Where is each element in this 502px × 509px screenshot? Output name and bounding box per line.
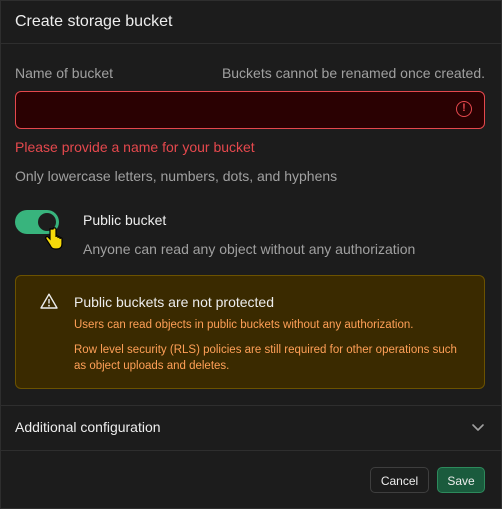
hand-pointer-icon	[45, 227, 63, 250]
save-button[interactable]: Save	[437, 467, 485, 493]
chevron-down-icon	[472, 424, 484, 431]
public-bucket-description: Anyone can read any object without any a…	[83, 241, 416, 257]
public-bucket-label: Public bucket	[83, 212, 167, 228]
name-field-header: Name of bucket Buckets cannot be renamed…	[15, 65, 485, 81]
create-bucket-dialog: Create storage bucket Name of bucket Buc…	[0, 0, 502, 509]
warning-line-1: Users can read objects in public buckets…	[74, 319, 414, 331]
cancel-button[interactable]: Cancel	[370, 467, 429, 493]
additional-configuration-label: Additional configuration	[15, 419, 161, 435]
rename-note: Buckets cannot be renamed once created.	[221, 65, 485, 81]
error-icon: !	[456, 101, 472, 117]
warning-triangle-icon	[40, 293, 58, 309]
name-error-message: Please provide a name for your bucket	[15, 139, 255, 155]
name-hint: Only lowercase letters, numbers, dots, a…	[15, 168, 338, 184]
bucket-name-input[interactable]	[26, 92, 450, 130]
public-warning-callout: Public buckets are not protected Users c…	[15, 275, 485, 389]
warning-title: Public buckets are not protected	[74, 294, 275, 310]
name-field-label: Name of bucket	[15, 65, 114, 81]
dialog-title: Create storage bucket	[1, 1, 501, 44]
additional-configuration-toggle[interactable]: Additional configuration	[15, 419, 485, 435]
divider	[1, 405, 501, 406]
divider	[1, 450, 501, 451]
warning-line-2: Row level security (RLS) policies are st…	[74, 344, 457, 372]
bucket-name-input-wrapper: !	[15, 91, 485, 130]
